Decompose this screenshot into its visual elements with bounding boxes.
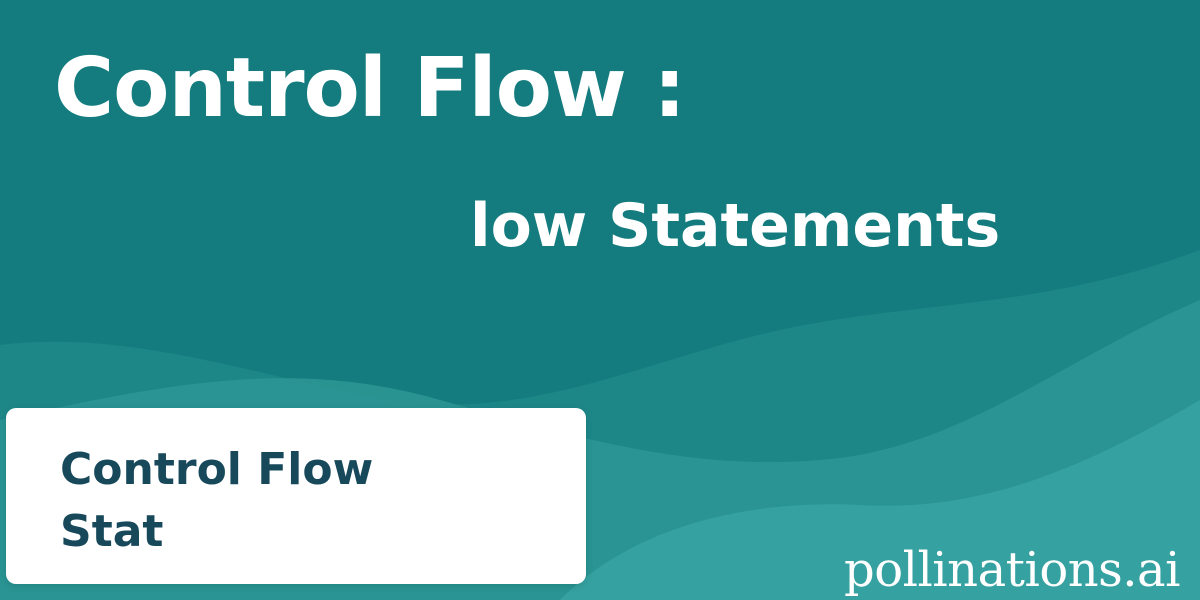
content-card: Control Flow Stat — [6, 408, 586, 584]
banner-canvas: Control Flow : low Statements Control Fl… — [0, 0, 1200, 600]
card-title-line-2: Stat — [60, 506, 164, 557]
watermark-logo: pollinations.ai — [843, 542, 1181, 598]
card-title-line-1: Control Flow — [60, 444, 374, 495]
page-title: Control Flow : — [54, 41, 686, 136]
page-subtitle: low Statements — [470, 191, 1001, 261]
